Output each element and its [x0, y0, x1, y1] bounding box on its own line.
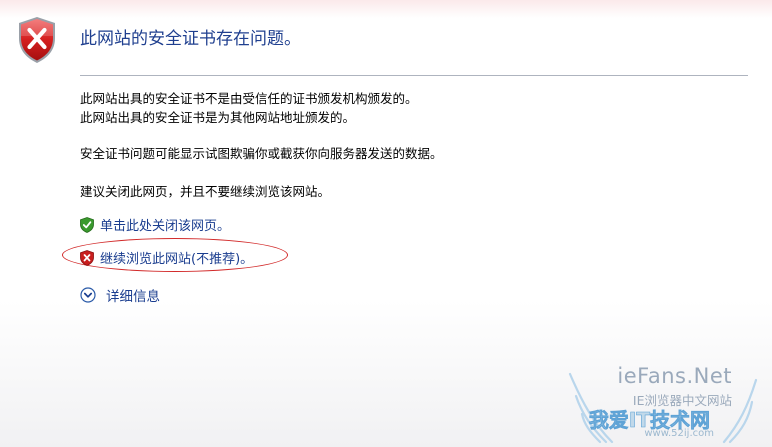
- error-shield-icon: [19, 17, 55, 63]
- issue-address-mismatch: 此网站出具的安全证书是为其他网站地址颁发的。: [80, 110, 356, 125]
- watermark-title: ieFans.Net: [617, 364, 732, 388]
- close-page-label: 单击此处关闭该网页。: [100, 219, 231, 234]
- chevron-down-circle-icon: [80, 287, 96, 303]
- issue-untrusted-authority: 此网站出具的安全证书不是由受信任的证书颁发机构颁发的。: [80, 91, 418, 106]
- header-divider: [80, 75, 748, 76]
- security-warning-text: 安全证书问题可能显示试图欺骗你或截获你向服务器发送的数据。: [80, 146, 443, 161]
- more-information-label: 详细信息: [106, 289, 160, 305]
- more-information-toggle[interactable]: 详细信息: [80, 285, 160, 305]
- continue-to-website-link[interactable]: 继续浏览此网站(不推荐)。: [80, 248, 253, 267]
- continue-to-website-label: 继续浏览此网站(不推荐)。: [100, 252, 254, 267]
- recommendation-text: 建议关闭此网页，并且不要继续浏览该网站。: [80, 184, 331, 199]
- page-title: 此网站的安全证书存在问题。: [80, 29, 301, 49]
- watermark-url: www.52ij.com: [644, 428, 714, 439]
- close-page-link[interactable]: 单击此处关闭该网页。: [80, 215, 230, 234]
- red-x-shield-icon: [80, 249, 94, 266]
- green-check-shield-icon: [80, 216, 94, 233]
- certificate-issues: 此网站出具的安全证书不是由受信任的证书颁发机构颁发的。 此网站出具的安全证书是为…: [80, 89, 418, 127]
